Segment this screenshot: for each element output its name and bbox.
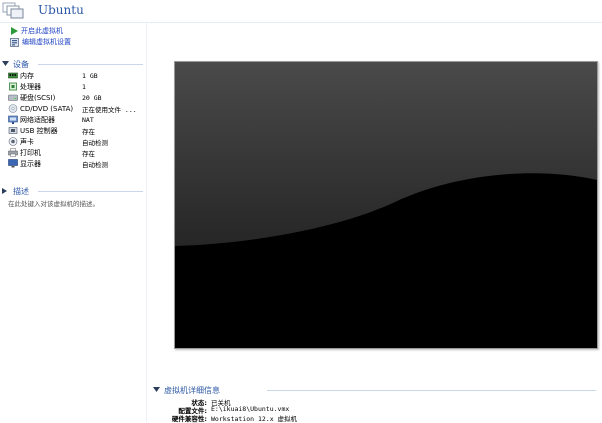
devices-section-toggle[interactable]: 设备	[2, 59, 29, 69]
device-value: 存在	[82, 149, 95, 158]
device-name: 硬盘(SCSI)	[20, 93, 56, 102]
details-section-toggle[interactable]: 虚拟机详细信息	[153, 385, 220, 395]
vm-stack-icon	[2, 2, 24, 19]
device-value: 存在	[82, 127, 95, 136]
description-input[interactable]: 在此处键入对该虚拟机的描述。	[8, 198, 99, 208]
expand-triangle-icon	[2, 188, 7, 194]
device-name: CD/DVD (SATA)	[20, 104, 74, 113]
device-name: 打印机	[20, 148, 41, 157]
device-value: 自动检测	[82, 138, 108, 147]
play-icon	[11, 27, 18, 35]
devices-divider	[38, 64, 143, 65]
edit-vm-settings-link[interactable]: 编辑虚拟机设置	[10, 37, 71, 47]
printer-icon	[8, 148, 18, 157]
device-row-processor[interactable]: 处理器 1	[8, 81, 142, 92]
details-heading: 虚拟机详细信息	[164, 385, 220, 395]
vm-screen-graphic	[175, 62, 597, 348]
device-name: 声卡	[20, 137, 34, 146]
device-row-cd-dvd[interactable]: CD/DVD (SATA) 正在使用文件 ...	[8, 103, 142, 114]
device-value: 1 GB	[82, 71, 98, 80]
collapse-triangle-icon	[153, 387, 160, 392]
detail-key: 配置文件:	[178, 407, 207, 415]
power-on-vm-link[interactable]: 开启此虚拟机	[10, 26, 63, 36]
device-row-display[interactable]: 显示器 自动检测	[8, 158, 142, 169]
settings-icon	[10, 37, 19, 47]
main-panel: 虚拟机详细信息 状态: 已关机 配置文件: E:\ikuai8\Ubuntu.v…	[147, 23, 602, 423]
network-adapter-icon	[8, 115, 18, 124]
description-section-toggle[interactable]: 描述	[2, 186, 29, 196]
power-on-vm-label: 开启此虚拟机	[21, 27, 63, 35]
description-heading: 描述	[13, 186, 29, 196]
details-divider	[267, 390, 596, 391]
detail-key: 硬件兼容性:	[171, 415, 207, 423]
device-value: 正在使用文件 ...	[82, 105, 137, 114]
collapse-triangle-icon	[2, 61, 9, 66]
device-row-memory[interactable]: 内存 1 GB	[8, 70, 142, 81]
cd-dvd-icon	[8, 104, 18, 113]
sound-card-icon	[8, 137, 18, 146]
device-name: 网络适配器	[20, 115, 55, 124]
detail-value: 已关机	[211, 399, 231, 407]
detail-value: Workstation 12.x 虚拟机	[211, 415, 298, 423]
device-name: 内存	[20, 71, 34, 80]
device-value: 20 GB	[82, 93, 102, 102]
detail-row-config-file: 配置文件: E:\ikuai8\Ubuntu.vmx	[157, 405, 457, 415]
memory-icon	[8, 72, 18, 79]
hard-disk-icon	[8, 94, 18, 101]
display-icon	[8, 159, 18, 168]
devices-heading: 设备	[13, 59, 29, 69]
vm-title: Ubuntu	[38, 3, 84, 17]
detail-row-state: 状态: 已关机	[157, 397, 457, 407]
device-name: USB 控制器	[20, 126, 58, 135]
vm-header: Ubuntu	[0, 0, 602, 23]
edit-vm-settings-label: 编辑虚拟机设置	[22, 38, 71, 46]
device-row-hard-disk[interactable]: 硬盘(SCSI) 20 GB	[8, 92, 142, 103]
device-row-sound-card[interactable]: 声卡 自动检测	[8, 136, 142, 147]
device-value: NAT	[82, 115, 94, 124]
device-name: 显示器	[20, 159, 41, 168]
detail-key: 状态:	[191, 399, 207, 407]
detail-value: E:\ikuai8\Ubuntu.vmx	[211, 405, 290, 413]
device-value: 自动检测	[82, 160, 108, 169]
sidebar: 开启此虚拟机 编辑虚拟机设置 设备 内存 1 GB 处理器 1 硬盘(SCSI)…	[0, 23, 147, 422]
description-divider	[38, 191, 143, 192]
detail-row-hardware-compat: 硬件兼容性: Workstation 12.x 虚拟机	[157, 413, 457, 423]
device-value: 1	[82, 82, 86, 91]
device-row-network-adapter[interactable]: 网络适配器 NAT	[8, 114, 142, 125]
cpu-icon	[9, 82, 17, 91]
device-row-printer[interactable]: 打印机 存在	[8, 147, 142, 158]
vm-screen-thumbnail[interactable]	[174, 61, 598, 349]
device-name: 处理器	[20, 82, 41, 91]
usb-controller-icon	[8, 127, 18, 134]
device-row-usb-controller[interactable]: USB 控制器 存在	[8, 125, 142, 136]
